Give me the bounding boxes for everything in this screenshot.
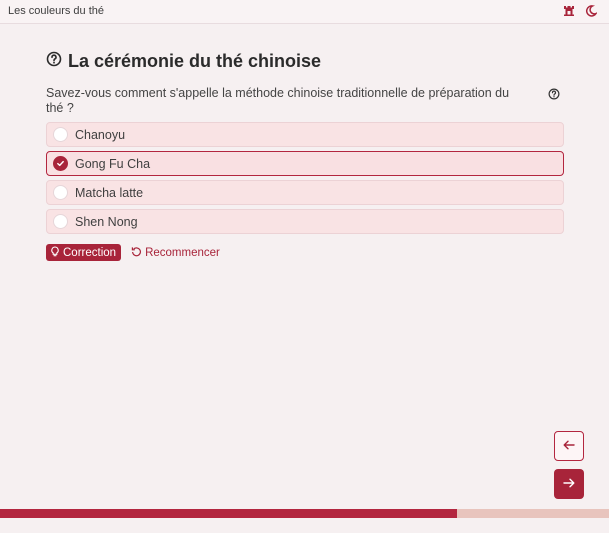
- castle-icon[interactable]: [563, 5, 575, 17]
- arrow-right-icon: [563, 475, 575, 493]
- radio-button[interactable]: [53, 214, 68, 229]
- next-button[interactable]: [554, 469, 584, 499]
- page-title: La cérémonie du thé chinoise: [68, 51, 322, 71]
- lightbulb-icon: [50, 245, 60, 260]
- title-row: La cérémonie du thé chinoise: [46, 51, 564, 72]
- option-label: Chanoyu: [75, 127, 126, 142]
- answer-options: Chanoyu Gong Fu Cha Matcha latte Shen No…: [46, 122, 564, 234]
- question-text: Savez-vous comment s'appelle la méthode …: [46, 86, 510, 115]
- moon-icon[interactable]: [585, 5, 597, 17]
- top-bar: Les couleurs du thé: [0, 0, 609, 24]
- correction-label: Correction: [63, 246, 117, 259]
- reset-button[interactable]: Recommencer: [131, 246, 220, 260]
- radio-button[interactable]: [53, 185, 68, 200]
- progress-fill: [0, 509, 457, 518]
- quiz-content: La cérémonie du thé chinoise Savez-vous …: [46, 24, 564, 261]
- option-label: Matcha latte: [75, 185, 144, 200]
- option-label: Shen Nong: [75, 214, 138, 229]
- question-circle-icon: [46, 51, 62, 72]
- option-label: Gong Fu Cha: [75, 156, 151, 171]
- option-chanoyu[interactable]: Chanoyu: [46, 122, 564, 147]
- radio-button[interactable]: [53, 127, 68, 142]
- correction-button[interactable]: Correction: [46, 244, 122, 261]
- top-bar-icons: [563, 5, 597, 17]
- option-gong-fu-cha[interactable]: Gong Fu Cha: [46, 151, 564, 176]
- question-row: Savez-vous comment s'appelle la méthode …: [46, 86, 564, 116]
- check-icon: [57, 160, 64, 167]
- reset-label: Recommencer: [145, 246, 220, 259]
- option-matcha-latte[interactable]: Matcha latte: [46, 180, 564, 205]
- question-help-icon[interactable]: [548, 87, 560, 105]
- previous-button[interactable]: [554, 431, 584, 461]
- arrow-left-icon: [563, 437, 575, 455]
- quiz-actions: Correction Recommencer: [46, 244, 564, 261]
- progress-bar: [0, 509, 609, 518]
- site-title[interactable]: Les couleurs du thé: [8, 5, 104, 17]
- reset-icon: [131, 246, 142, 260]
- radio-button-checked[interactable]: [53, 156, 68, 171]
- option-shen-nong[interactable]: Shen Nong: [46, 209, 564, 234]
